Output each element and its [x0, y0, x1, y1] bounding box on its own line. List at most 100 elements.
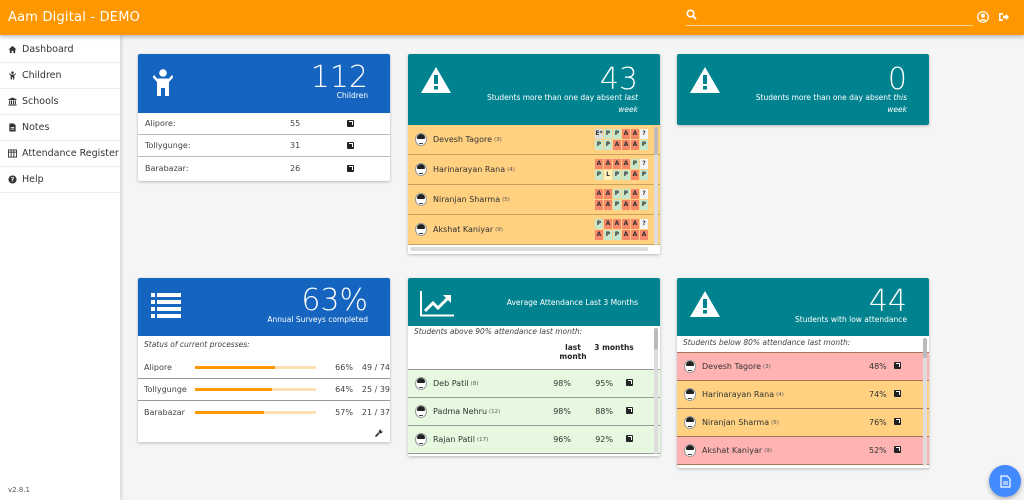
average-attendance-header[interactable]: Average Attendance Last 3 Months [408, 278, 660, 326]
sidebar-item-label: Dashboard [22, 44, 74, 55]
student-name: Harinarayan Rana [702, 390, 775, 399]
low-attendance-header[interactable]: 44 Students with low attendance [677, 278, 929, 336]
student-id: (17) [476, 436, 489, 443]
school-count: 31 [290, 141, 301, 150]
attendance-cell: A [640, 230, 648, 240]
process-percent: 66% [335, 363, 353, 372]
attendance-cell: P [604, 230, 612, 240]
progress-fill [194, 366, 275, 369]
attendance-cell: P [640, 200, 648, 210]
logout-icon[interactable] [998, 11, 1010, 23]
open-external-icon[interactable] [626, 379, 633, 386]
open-external-icon[interactable] [626, 435, 633, 442]
open-external-icon[interactable] [894, 362, 901, 369]
attendance-cell: P [613, 189, 621, 199]
progress-fill [194, 410, 264, 414]
app-title[interactable]: Aam Digital - DEMO [8, 10, 140, 25]
sidebar-item-attendance-register[interactable]: Attendance Register [0, 141, 120, 167]
absent-this-week-header[interactable]: 0 Students more than one day absent this… [677, 54, 929, 125]
vertical-scrollbar[interactable] [923, 338, 927, 466]
search-input[interactable] [702, 8, 970, 25]
search-field[interactable] [686, 8, 973, 26]
absent-last-week-header[interactable]: 43 Students more than one day absent las… [408, 54, 660, 125]
student-row[interactable]: Harinarayan Rana (4) 74% [677, 381, 929, 409]
attendance-cell: A [622, 140, 630, 150]
attendance-cell: A [604, 200, 612, 210]
attendance-cell: P [613, 200, 621, 210]
university-icon [8, 97, 17, 106]
student-row[interactable]: Niranjan Sharma (5) A A P P A? A A P A A P [408, 185, 660, 215]
svg-text:?: ? [11, 177, 15, 184]
warning-icon [690, 291, 720, 317]
label-text: Students more than one day absent [486, 93, 625, 102]
sidebar-item-children[interactable]: Children [0, 63, 120, 89]
student-name: Niranjan Sharma [433, 195, 501, 204]
processes-subtitle: Status of current processes: [144, 340, 250, 349]
add-note-button[interactable] [989, 465, 1021, 497]
student-row[interactable]: Harinarayan Rana (4) A A A A P? P L P P A P [408, 155, 660, 185]
surveys-percent: 63% [301, 283, 368, 318]
low-attendance-list[interactable]: Students below 80% attendance last month… [677, 336, 929, 468]
surveys-card: 63% Annual Surveys completed Status of c… [138, 278, 390, 442]
sidebar-item-help[interactable]: ? Help [0, 167, 120, 193]
process-row[interactable]: Tollygunge 64% 25 / 39 [138, 379, 390, 401]
open-external-icon[interactable] [347, 142, 354, 149]
attendance-cell: P [613, 170, 621, 180]
sidebar-item-label: Attendance Register [22, 148, 119, 159]
process-count: 49 / 74 [361, 363, 390, 372]
average-attendance-card: Average Attendance Last 3 Months Student… [408, 278, 660, 456]
child-icon [153, 69, 173, 96]
open-external-icon[interactable] [894, 418, 901, 425]
sidebar-item-label: Schools [22, 96, 59, 107]
open-external-icon[interactable] [626, 407, 633, 414]
student-row[interactable]: Deb Patil (8) 98% 95% [408, 370, 660, 398]
attendance-cell: A [613, 159, 621, 169]
sidebar-item-schools[interactable]: Schools [0, 89, 120, 115]
open-external-icon[interactable] [347, 164, 354, 172]
student-row[interactable]: Devesh Tagore (3) 48% [677, 353, 929, 381]
student-row[interactable]: Akshat Kaniyar (9) P A A A A? A P P A A A [408, 215, 660, 245]
sidebar-item-notes[interactable]: Notes [0, 115, 120, 141]
student-id: (8) [470, 380, 479, 387]
app-version: v2.8.1 [8, 486, 30, 494]
avatar [415, 433, 427, 446]
vertical-scrollbar[interactable] [654, 328, 658, 454]
line-chart-icon [420, 291, 454, 317]
student-id: (4) [776, 391, 784, 398]
high-attendance-list[interactable]: Students above 90% attendance last month… [408, 326, 660, 456]
absent-student-list[interactable]: Devesh Tagore (3) E* P P A A? P P A A A P Harinarayan… [408, 125, 660, 247]
open-cell [885, 362, 901, 371]
surveys-card-header[interactable]: 63% Annual Surveys completed [138, 278, 390, 336]
wrench-icon[interactable] [375, 429, 383, 437]
attendance-value: 48% [869, 362, 887, 371]
student-row[interactable]: Rajan Patil (17) 96% 92% [408, 426, 660, 454]
student-row[interactable]: Niranjan Sharma (5) 76% [677, 409, 929, 437]
attendance-grid: P A A A A? A P P A A A [595, 219, 648, 240]
student-row[interactable]: Devesh Tagore (3) E* P P A A? P P A A A P [408, 125, 660, 155]
horizontal-scrollbar[interactable] [410, 247, 648, 251]
scrollbar-thumb[interactable] [923, 338, 927, 358]
open-external-icon[interactable] [347, 120, 354, 127]
progress-bar [194, 366, 316, 369]
open-external-icon[interactable] [894, 390, 901, 397]
open-external-icon[interactable] [894, 446, 901, 453]
children-by-school-list: Alipore: 55 Tollygunge: 31 Barabazar: 26 [138, 113, 390, 179]
student-name: Rajan Patil [433, 435, 475, 444]
user-account-icon[interactable] [977, 11, 989, 23]
scrollbar-thumb[interactable] [654, 328, 658, 350]
three-months-column-header: 3 months [594, 343, 634, 352]
vertical-scrollbar[interactable] [654, 127, 658, 245]
process-row[interactable]: Alipore 66% 49 / 74 [138, 357, 390, 379]
sidebar: Dashboard Children Schools Notes Attenda… [0, 35, 120, 500]
student-row[interactable]: Padma Nehru (12) 98% 88% [408, 398, 660, 426]
scrollbar-thumb[interactable] [654, 127, 658, 155]
student-cell: Akshat Kaniyar (9) [684, 444, 869, 457]
process-row[interactable]: Barabazar 57% 21 / 37 [138, 401, 390, 423]
sidebar-item-dashboard[interactable]: Dashboard [0, 37, 120, 63]
attendance-cell: A [631, 200, 639, 210]
absent-this-week-count: 0 [887, 62, 907, 97]
student-row[interactable]: Akshat Kaniyar (9) 52% [677, 437, 929, 465]
attendance-cell: E* [595, 129, 603, 139]
children-card-header[interactable]: 112 Children [138, 54, 390, 113]
process-school: Alipore [144, 363, 172, 372]
